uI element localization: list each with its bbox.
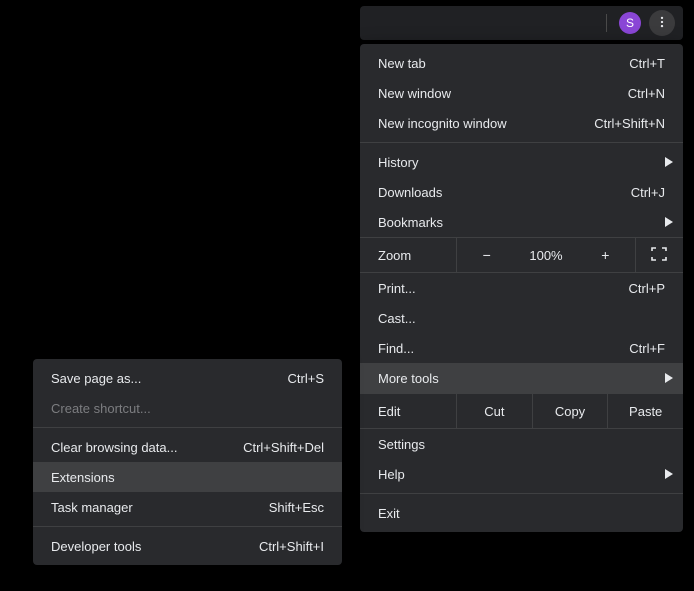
menu-label: Bookmarks bbox=[378, 215, 665, 230]
copy-label: Copy bbox=[555, 404, 585, 419]
edit-label: Edit bbox=[360, 404, 456, 419]
plus-icon: + bbox=[601, 247, 609, 263]
chevron-right-icon bbox=[665, 373, 673, 383]
minus-icon: − bbox=[483, 247, 491, 263]
menu-label: History bbox=[378, 155, 665, 170]
menu-label: New incognito window bbox=[378, 116, 594, 131]
submenu-item-dev-tools[interactable]: Developer tools Ctrl+Shift+I bbox=[33, 531, 342, 561]
menu-item-more-tools[interactable]: More tools bbox=[360, 363, 683, 393]
separator bbox=[360, 493, 683, 494]
menu-item-settings[interactable]: Settings bbox=[360, 429, 683, 459]
menu-shortcut: Ctrl+Shift+Del bbox=[243, 440, 324, 455]
menu-item-new-window[interactable]: New window Ctrl+N bbox=[360, 78, 683, 108]
profile-avatar[interactable]: S bbox=[619, 12, 641, 34]
menu-shortcut: Ctrl+Shift+I bbox=[259, 539, 324, 554]
menu-shortcut: Ctrl+T bbox=[629, 56, 665, 71]
zoom-label: Zoom bbox=[360, 248, 456, 263]
menu-label: Developer tools bbox=[51, 539, 259, 554]
menu-label: Task manager bbox=[51, 500, 269, 515]
zoom-value: 100% bbox=[516, 238, 575, 272]
menu-label: Find... bbox=[378, 341, 629, 356]
menu-shortcut: Ctrl+N bbox=[628, 86, 665, 101]
menu-label: Create shortcut... bbox=[51, 401, 324, 416]
menu-shortcut: Ctrl+P bbox=[629, 281, 665, 296]
zoom-out-button[interactable]: − bbox=[456, 238, 516, 272]
more-tools-submenu: Save page as... Ctrl+S Create shortcut..… bbox=[33, 359, 342, 565]
menu-label: New tab bbox=[378, 56, 629, 71]
menu-item-history[interactable]: History bbox=[360, 147, 683, 177]
menu-label: Cast... bbox=[378, 311, 665, 326]
fullscreen-button[interactable] bbox=[635, 238, 683, 272]
paste-label: Paste bbox=[629, 404, 662, 419]
menu-label: New window bbox=[378, 86, 628, 101]
menu-button[interactable] bbox=[649, 10, 675, 36]
three-dots-icon bbox=[655, 15, 669, 32]
cut-label: Cut bbox=[484, 404, 504, 419]
menu-label: Settings bbox=[378, 437, 665, 452]
menu-shortcut: Ctrl+S bbox=[288, 371, 324, 386]
menu-item-new-incognito[interactable]: New incognito window Ctrl+Shift+N bbox=[360, 108, 683, 138]
menu-label: Extensions bbox=[51, 470, 324, 485]
submenu-item-extensions[interactable]: Extensions bbox=[33, 462, 342, 492]
toolbar-divider bbox=[606, 14, 607, 32]
menu-label: Help bbox=[378, 467, 665, 482]
chevron-right-icon bbox=[665, 469, 673, 479]
menu-label: Exit bbox=[378, 506, 665, 521]
menu-item-cast[interactable]: Cast... bbox=[360, 303, 683, 333]
menu-item-exit[interactable]: Exit bbox=[360, 498, 683, 528]
menu-label: Print... bbox=[378, 281, 629, 296]
fullscreen-icon bbox=[651, 247, 667, 264]
menu-item-downloads[interactable]: Downloads Ctrl+J bbox=[360, 177, 683, 207]
submenu-item-save-page[interactable]: Save page as... Ctrl+S bbox=[33, 363, 342, 393]
edit-row: Edit Cut Copy Paste bbox=[360, 393, 683, 429]
submenu-item-create-shortcut: Create shortcut... bbox=[33, 393, 342, 423]
menu-label: More tools bbox=[378, 371, 665, 386]
menu-shortcut: Ctrl+J bbox=[631, 185, 665, 200]
zoom-value-text: 100% bbox=[529, 248, 562, 263]
menu-shortcut: Ctrl+Shift+N bbox=[594, 116, 665, 131]
main-menu: New tab Ctrl+T New window Ctrl+N New inc… bbox=[360, 44, 683, 532]
menu-label: Clear browsing data... bbox=[51, 440, 243, 455]
chevron-right-icon bbox=[665, 217, 673, 227]
menu-label: Save page as... bbox=[51, 371, 288, 386]
submenu-item-task-manager[interactable]: Task manager Shift+Esc bbox=[33, 492, 342, 522]
menu-shortcut: Shift+Esc bbox=[269, 500, 324, 515]
menu-item-new-tab[interactable]: New tab Ctrl+T bbox=[360, 48, 683, 78]
zoom-in-button[interactable]: + bbox=[576, 238, 635, 272]
menu-shortcut: Ctrl+F bbox=[629, 341, 665, 356]
menu-label: Downloads bbox=[378, 185, 631, 200]
separator bbox=[33, 526, 342, 527]
menu-item-bookmarks[interactable]: Bookmarks bbox=[360, 207, 683, 237]
paste-button[interactable]: Paste bbox=[607, 394, 683, 428]
browser-toolbar: S bbox=[360, 6, 683, 40]
copy-button[interactable]: Copy bbox=[532, 394, 608, 428]
menu-item-find[interactable]: Find... Ctrl+F bbox=[360, 333, 683, 363]
zoom-row: Zoom − 100% + bbox=[360, 237, 683, 273]
separator bbox=[33, 427, 342, 428]
cut-button[interactable]: Cut bbox=[456, 394, 532, 428]
menu-item-print[interactable]: Print... Ctrl+P bbox=[360, 273, 683, 303]
chevron-right-icon bbox=[665, 157, 673, 167]
separator bbox=[360, 142, 683, 143]
submenu-item-clear-data[interactable]: Clear browsing data... Ctrl+Shift+Del bbox=[33, 432, 342, 462]
menu-item-help[interactable]: Help bbox=[360, 459, 683, 489]
